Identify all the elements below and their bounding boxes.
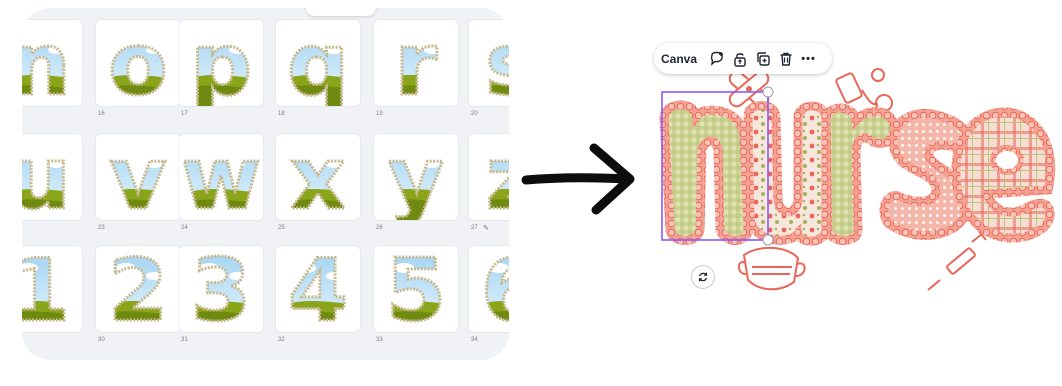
svg-text:2: 2: [108, 246, 168, 332]
page-thumbnail[interactable]: xx: [276, 134, 360, 220]
page-thumbnail[interactable]: pp: [179, 20, 263, 106]
syringe-icon: [927, 229, 987, 291]
page-thumbnail[interactable]: 33: [179, 246, 263, 332]
letter-e[interactable]: [951, 107, 1056, 243]
svg-text:r: r: [395, 20, 438, 106]
page-number: 31: [181, 337, 188, 343]
svg-text:p: p: [190, 20, 252, 106]
svg-text:q: q: [287, 20, 349, 106]
svg-text:5: 5: [386, 246, 446, 332]
page-number: 33: [376, 337, 383, 343]
page-thumbnail[interactable]: ss: [469, 20, 509, 106]
rotate-icon[interactable]: [692, 266, 714, 288]
page-thumbnail[interactable]: uu: [22, 134, 82, 220]
svg-text:1: 1: [22, 246, 70, 332]
page-number: 24: [181, 225, 188, 231]
letter-u[interactable]: [743, 101, 831, 246]
page-number: 32: [278, 337, 285, 343]
more-icon[interactable]: •••: [797, 48, 820, 70]
page-thumbnails-panel: nnoo16pp17qq18rr19ss20uuvv23ww24xx25yy26…: [22, 8, 509, 360]
lock-icon[interactable]: [728, 48, 751, 70]
svg-text:x: x: [290, 134, 345, 220]
page-thumbnail[interactable]: rr: [374, 20, 458, 106]
page-thumbnail[interactable]: ww: [179, 134, 263, 220]
page-thumbnail[interactable]: 44: [276, 246, 360, 332]
letter-n[interactable]: [659, 100, 753, 245]
page-number: 19: [376, 111, 383, 117]
page-number: 17: [181, 111, 188, 117]
svg-text:v: v: [110, 134, 166, 220]
page-thumbnail[interactable]: yy: [374, 134, 458, 220]
right-arrow-icon: [521, 143, 635, 215]
page-number: 20: [471, 111, 478, 117]
page-thumbnail[interactable]: vv: [96, 134, 180, 220]
pencil-icon[interactable]: ✎: [483, 224, 489, 232]
svg-text:3: 3: [191, 246, 251, 332]
page-thumbnail[interactable]: nn: [22, 20, 82, 106]
page-thumbnail[interactable]: 55: [374, 246, 458, 332]
page-thumbnail[interactable]: 66: [469, 246, 509, 332]
screenshot: nnoo16pp17qq18rr19ss20uuvv23ww24xx25yy26…: [0, 0, 1062, 386]
svg-text:n: n: [22, 20, 71, 106]
page-number: 25: [278, 225, 285, 231]
page-thumbnail[interactable]: oo: [96, 20, 180, 106]
page-thumbnail[interactable]: 22: [96, 246, 180, 332]
page-thumbnail[interactable]: 11: [22, 246, 82, 332]
page-number: 16: [98, 111, 105, 117]
page-number: 30: [98, 337, 105, 343]
page-thumbnail[interactable]: zz: [469, 134, 509, 220]
resize-handle-bottom[interactable]: [762, 234, 774, 246]
svg-text:w: w: [181, 134, 260, 220]
svg-text:4: 4: [288, 246, 348, 332]
nurse-artwork[interactable]: [640, 30, 1062, 350]
comment-plus-icon[interactable]: [705, 48, 728, 70]
svg-text:s: s: [485, 20, 509, 106]
mask-icon: [737, 246, 806, 291]
page-number: 26: [376, 225, 383, 231]
page-number: 18: [278, 111, 285, 117]
design-canvas[interactable]: Canva •••: [640, 30, 1062, 350]
svg-text:6: 6: [481, 246, 509, 332]
page-number: 27: [471, 225, 478, 231]
svg-text:u: u: [22, 134, 71, 220]
resize-handle-top[interactable]: [762, 86, 774, 98]
canva-brand[interactable]: Canva: [661, 52, 697, 66]
element-toolbar: Canva •••: [654, 43, 832, 74]
page-number: 23: [98, 225, 105, 231]
duplicate-icon[interactable]: [751, 48, 774, 70]
page-thumbnail[interactable]: qq: [276, 20, 360, 106]
svg-text:o: o: [108, 20, 167, 106]
trash-icon[interactable]: [774, 48, 797, 70]
svg-text:y: y: [388, 134, 444, 220]
page-number: 34: [471, 337, 478, 343]
svg-text:z: z: [486, 134, 509, 220]
panel-top-handle[interactable]: [306, 8, 376, 16]
